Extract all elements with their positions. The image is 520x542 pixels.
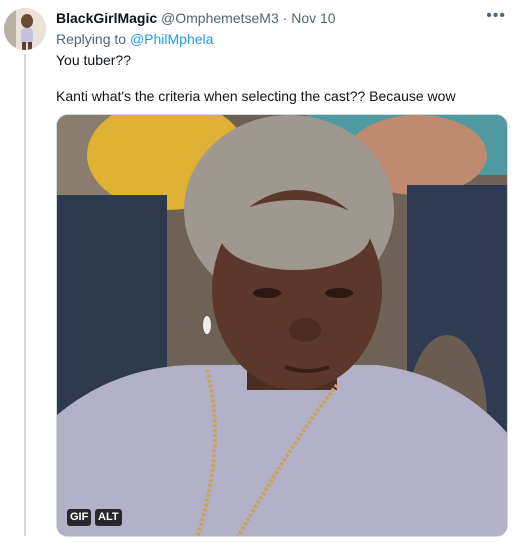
alt-badge[interactable]: ALT: [95, 509, 122, 526]
more-horizontal-icon[interactable]: •••: [486, 8, 506, 24]
replying-to-link[interactable]: @PhilMphela: [130, 31, 213, 47]
avatar[interactable]: [4, 8, 46, 50]
tweet-date[interactable]: Nov 10: [291, 10, 335, 26]
tweet-text-line-1: You tuber??: [56, 52, 131, 68]
replying-prefix: Replying to: [56, 31, 127, 47]
avatar-image: [4, 8, 46, 50]
thread-line: [24, 54, 26, 536]
user-handle[interactable]: @OmphemetseM3: [161, 10, 279, 26]
gif-badge: GIF: [67, 509, 92, 526]
display-name[interactable]: BlackGirlMagic: [56, 10, 157, 26]
tweet-text-line-2: Kanti what's the criteria when selecting…: [56, 88, 456, 104]
tweet-header: BlackGirlMagic @OmphemetseM3 · Nov 10: [56, 9, 336, 27]
separator-dot: ·: [282, 10, 288, 26]
gif-image: [57, 115, 507, 536]
gif-media[interactable]: GIF ALT: [56, 114, 508, 537]
replying-to: Replying to @PhilMphela: [56, 30, 213, 48]
